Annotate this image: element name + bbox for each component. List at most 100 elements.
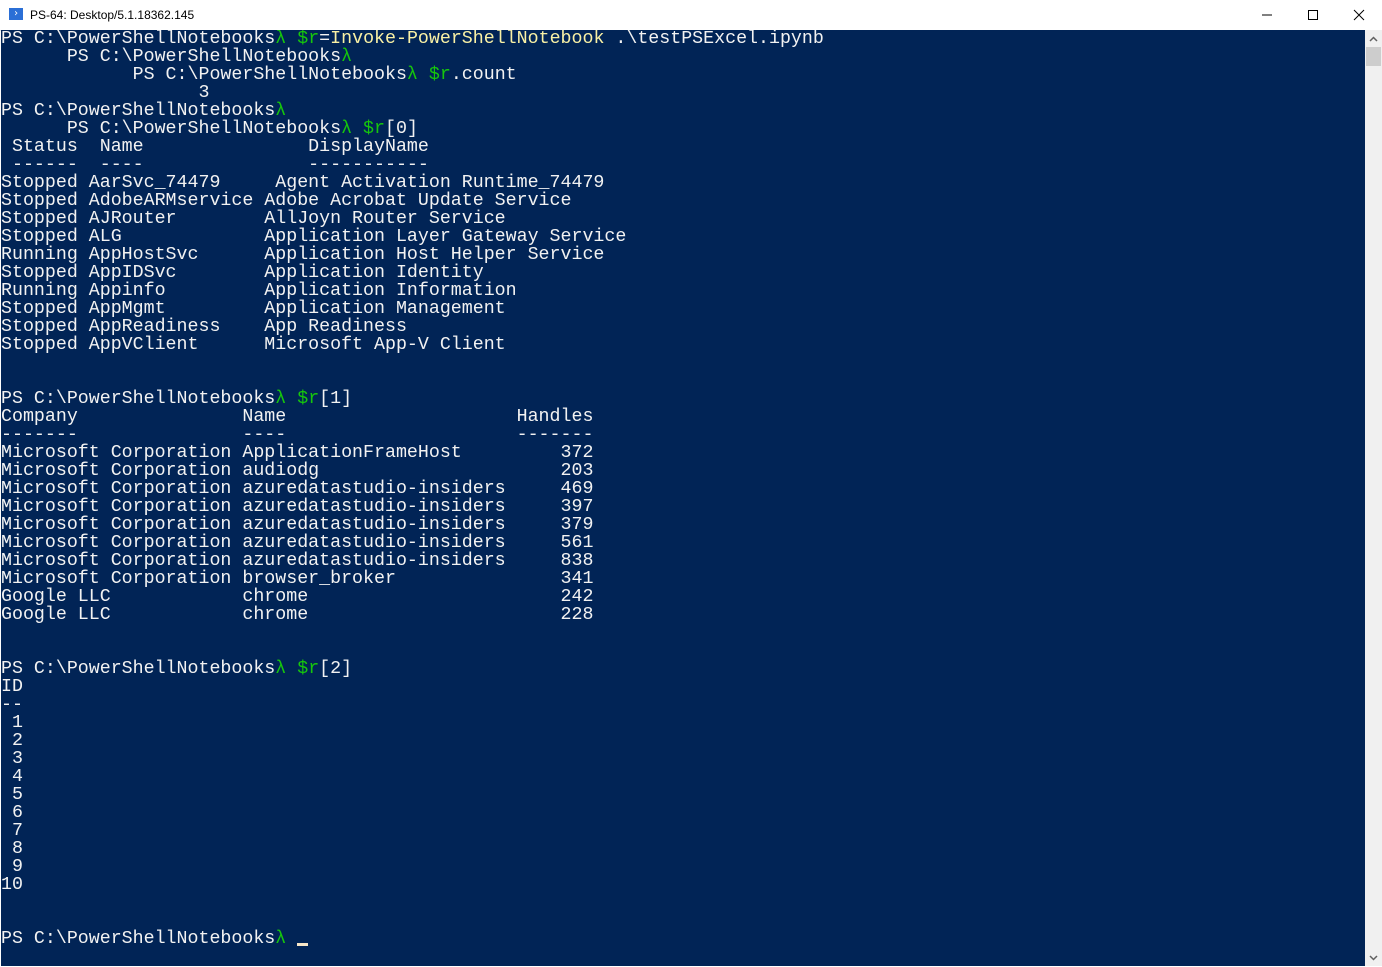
console-text: 5	[1, 785, 23, 805]
console-line: --	[1, 696, 1365, 714]
prompt-lambda: λ	[341, 47, 353, 67]
console-line: 3	[1, 750, 1365, 768]
console-line: PS C:\PowerShellNotebooksλ $r.count	[1, 66, 1365, 84]
scroll-up-button[interactable]	[1365, 30, 1382, 47]
console-line: Microsoft Corporation azuredatastudio-in…	[1, 552, 1365, 570]
console-text: Microsoft Corporation azuredatastudio-in…	[1, 533, 594, 553]
console-text: Running Appinfo Application Information	[1, 281, 517, 301]
console-text: Microsoft Corporation ApplicationFrameHo…	[1, 443, 594, 463]
console-line: Microsoft Corporation browser_broker 341	[1, 570, 1365, 588]
console-text: 7	[1, 821, 23, 841]
console-text: Running AppHostSvc Application Host Help…	[1, 245, 605, 265]
console-text: Google LLC chrome 242	[1, 587, 594, 607]
console-line: Google LLC chrome 242	[1, 588, 1365, 606]
powershell-icon: ›	[9, 8, 23, 20]
console-text: ------- ---- -------	[1, 425, 594, 445]
console-text: $r	[286, 659, 320, 679]
close-icon	[1353, 9, 1365, 21]
console-line: Stopped AppReadiness App Readiness	[1, 318, 1365, 336]
console-text: .count	[450, 65, 517, 85]
console-text: .\testPSExcel.ipynb	[604, 30, 824, 49]
chevron-down-icon	[1369, 954, 1378, 961]
console-text: 4	[1, 767, 23, 787]
minimize-button[interactable]	[1244, 0, 1290, 30]
prompt-lambda: λ	[406, 65, 418, 85]
console-line: Running Appinfo Application Information	[1, 282, 1365, 300]
console-line: 8	[1, 840, 1365, 858]
console-text: 3	[1, 749, 23, 769]
console-line: Stopped ALG Application Layer Gateway Se…	[1, 228, 1365, 246]
maximize-icon	[1308, 10, 1318, 20]
console-line: PS C:\PowerShellNotebooksλ $r[2]	[1, 660, 1365, 678]
console-text: PS C:\PowerShellNotebooks	[1, 929, 276, 949]
console-line: PS C:\PowerShellNotebooksλ $r=Invoke-Pow…	[1, 30, 1365, 48]
console-text: 10	[1, 875, 23, 895]
console-text: PS C:\PowerShellNotebooks	[1, 119, 342, 139]
console-text: 3	[1, 83, 210, 103]
console-line: 5	[1, 786, 1365, 804]
prompt-lambda: λ	[275, 389, 287, 409]
console-text: Stopped AppVClient Microsoft App-V Clien…	[1, 335, 506, 355]
console-line: Stopped AarSvc_74479 Agent Activation Ru…	[1, 174, 1365, 192]
console-line: 2	[1, 732, 1365, 750]
close-button[interactable]	[1336, 0, 1382, 30]
console-text: $r	[352, 119, 385, 139]
console-text: Google LLC chrome 228	[1, 605, 594, 625]
console-text: PS C:\PowerShellNotebooks	[1, 389, 276, 409]
console-text: Stopped AppMgmt Application Management	[1, 299, 506, 319]
console-text: $r	[286, 389, 320, 409]
console-text: [2]	[319, 659, 353, 679]
console-line: Company Name Handles	[1, 408, 1365, 426]
console-text: Status Name DisplayName	[1, 137, 429, 157]
minimize-icon	[1262, 14, 1272, 16]
console-output[interactable]: PS C:\PowerShellNotebooksλ $r=Invoke-Pow…	[1, 30, 1365, 966]
maximize-button[interactable]	[1290, 0, 1336, 30]
scroll-thumb[interactable]	[1366, 47, 1381, 66]
console-line: Google LLC chrome 228	[1, 606, 1365, 624]
chevron-up-icon	[1369, 35, 1378, 42]
console-text: PS C:\PowerShellNotebooks	[1, 47, 342, 67]
console-text: PS C:\PowerShellNotebooks	[1, 65, 407, 85]
console-line: 1	[1, 714, 1365, 732]
prompt-lambda: λ	[275, 101, 287, 121]
console-text: Microsoft Corporation browser_broker 341	[1, 569, 594, 589]
console-line: Status Name DisplayName	[1, 138, 1365, 156]
console-text: 6	[1, 803, 23, 823]
text-cursor	[297, 943, 309, 946]
console-line: Stopped AJRouter AllJoyn Router Service	[1, 210, 1365, 228]
console-text: PS C:\PowerShellNotebooks	[1, 101, 276, 121]
console-text: 1	[1, 713, 23, 733]
console-text: PS C:\PowerShellNotebooks	[1, 659, 276, 679]
console-line: ------ ---- -----------	[1, 156, 1365, 174]
console-line: Microsoft Corporation audiodg 203	[1, 462, 1365, 480]
console-line: 4	[1, 768, 1365, 786]
console-text: Microsoft Corporation azuredatastudio-in…	[1, 497, 594, 517]
console-line: PS C:\PowerShellNotebooksλ	[1, 102, 1365, 120]
console-line: Stopped AppIDSvc Application Identity	[1, 264, 1365, 282]
console-text: Stopped ALG Application Layer Gateway Se…	[1, 227, 627, 247]
console-text: Company Name Handles	[1, 407, 594, 427]
console-line: 7	[1, 822, 1365, 840]
console-line: 10	[1, 876, 1365, 894]
prompt-lambda: λ	[275, 929, 287, 949]
console-line: Stopped AdobeARMservice Adobe Acrobat Up…	[1, 192, 1365, 210]
window-title: PS-64: Desktop/5.1.18362.145	[30, 8, 195, 22]
vertical-scrollbar[interactable]	[1365, 30, 1382, 966]
console-text: [0]	[385, 119, 418, 139]
prompt-lambda: λ	[275, 659, 287, 679]
scroll-down-button[interactable]	[1365, 949, 1382, 966]
console-text: --	[1, 695, 23, 715]
console-line: 9	[1, 858, 1365, 876]
console-text: 2	[1, 731, 23, 751]
console-line: PS C:\PowerShellNotebooksλ $r[1]	[1, 390, 1365, 408]
console-text: Microsoft Corporation audiodg 203	[1, 461, 594, 481]
console-text: Stopped AdobeARMservice Adobe Acrobat Up…	[1, 191, 572, 211]
console-text: ------ ---- -----------	[1, 155, 429, 175]
console-text: $r	[417, 65, 451, 85]
console-text: Stopped AarSvc_74479 Agent Activation Ru…	[1, 173, 605, 193]
